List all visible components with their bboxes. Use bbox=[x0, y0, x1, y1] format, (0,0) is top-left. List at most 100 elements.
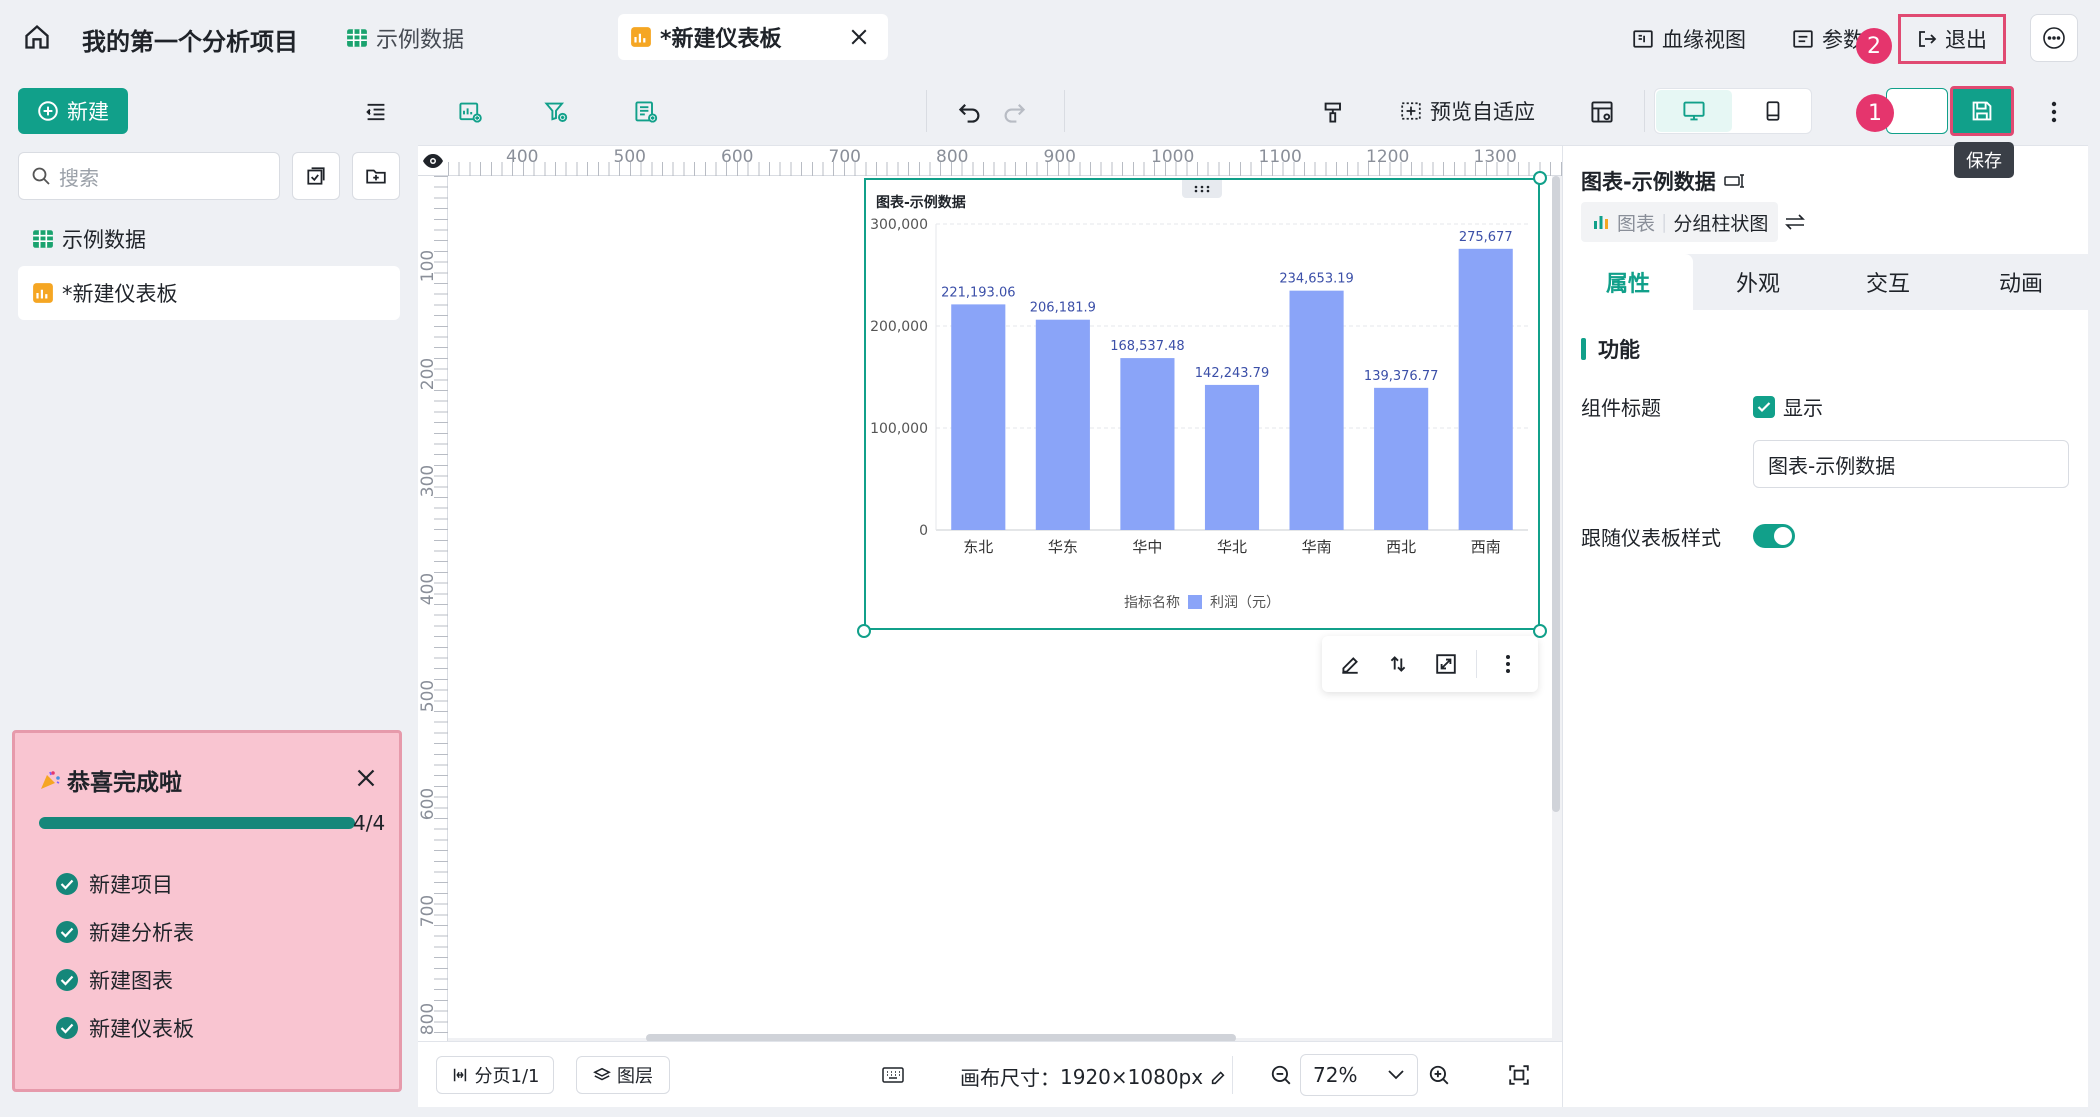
toolbar-divider bbox=[1644, 90, 1645, 132]
legend-swatch bbox=[1188, 595, 1202, 609]
x-tick-label: 华北 bbox=[1217, 538, 1247, 556]
zoom-select[interactable]: 72% bbox=[1300, 1054, 1418, 1096]
tab-new-dashboard[interactable]: *新建仪表板 bbox=[618, 14, 888, 60]
x-tick-label: 西南 bbox=[1471, 538, 1501, 556]
preview-button[interactable] bbox=[1886, 88, 1948, 134]
more-vertical-icon[interactable] bbox=[2038, 96, 2070, 128]
layer-button[interactable]: 图层 bbox=[576, 1056, 670, 1094]
exit-button[interactable]: 退出 bbox=[1898, 14, 2006, 64]
follow-style-toggle[interactable] bbox=[1753, 524, 1795, 548]
ruler-label: 1300 bbox=[1473, 147, 1517, 167]
legend-prefix: 指标名称 bbox=[1124, 595, 1180, 611]
new-button[interactable]: 新建 bbox=[18, 88, 128, 134]
toolbar-divider bbox=[926, 90, 927, 132]
tab-sample-data[interactable]: 示例数据 bbox=[346, 22, 464, 54]
tab-animation[interactable]: 动画 bbox=[1953, 254, 2089, 310]
bar[interactable] bbox=[1204, 384, 1260, 530]
tab-interaction[interactable]: 交互 bbox=[1823, 254, 1953, 310]
more-options-button[interactable] bbox=[2030, 14, 2078, 62]
lineage-view-button[interactable]: 血缘视图 bbox=[1632, 24, 1746, 54]
chart-title: 图表-示例数据 bbox=[876, 195, 966, 211]
swap-icon[interactable] bbox=[1384, 650, 1412, 678]
bar[interactable] bbox=[1458, 248, 1513, 531]
tab-properties[interactable]: 属性 bbox=[1563, 254, 1693, 310]
zoom-out-icon[interactable] bbox=[1266, 1060, 1296, 1090]
legend-series-label[interactable]: 利润（元） bbox=[1210, 592, 1280, 612]
params-button[interactable]: 参数 bbox=[1792, 24, 1864, 54]
y-tick-label: 100,000 bbox=[870, 421, 928, 437]
show-title-checkbox[interactable]: 显示 bbox=[1753, 392, 1823, 421]
section-function[interactable]: 功能 bbox=[1581, 334, 1640, 364]
format-brush-icon[interactable] bbox=[1318, 96, 1350, 128]
home-icon[interactable] bbox=[20, 20, 54, 54]
device-switch bbox=[1654, 88, 1812, 134]
preview-fit-button[interactable]: 预览自适应 bbox=[1400, 96, 1535, 126]
step-item: 新建项目 bbox=[55, 869, 173, 899]
expand-icon[interactable] bbox=[1432, 650, 1460, 678]
dashboard-icon bbox=[630, 26, 652, 48]
monitor-icon bbox=[1683, 101, 1705, 121]
edit-icon[interactable] bbox=[1336, 650, 1364, 678]
rename-icon[interactable] bbox=[1723, 173, 1746, 189]
chart-legend: 指标名称 利润（元） bbox=[866, 592, 1538, 612]
ruler-labels: 400 500 600 700 800 900 1000 1100 1200 1300 bbox=[418, 146, 1562, 176]
add-filter-icon[interactable] bbox=[540, 96, 572, 128]
bar[interactable] bbox=[1035, 319, 1090, 530]
add-chart-icon[interactable] bbox=[454, 96, 486, 128]
bar[interactable] bbox=[951, 304, 1006, 530]
page-button[interactable]: 分页1/1 bbox=[436, 1056, 554, 1094]
bar[interactable] bbox=[1120, 358, 1175, 530]
progress-fill bbox=[39, 817, 355, 829]
bottom-bar: 分页1/1 图层 画布尺寸： 1920×1080px 72% bbox=[418, 1041, 1562, 1107]
ruler-label: 100 bbox=[418, 249, 439, 283]
search-input[interactable]: 搜索 bbox=[18, 152, 280, 200]
canvas-toolbar: 预览自适应 1 保存 bbox=[418, 76, 2088, 178]
close-icon[interactable] bbox=[351, 763, 381, 793]
add-text-icon[interactable] bbox=[630, 96, 662, 128]
progress-track bbox=[39, 817, 355, 829]
x-tick-label: 东北 bbox=[963, 538, 993, 556]
resize-handle-bl[interactable] bbox=[857, 624, 871, 638]
sidebar-item-sample-data[interactable]: 示例数据 bbox=[18, 212, 398, 266]
panel-title: 图表-示例数据 bbox=[1581, 170, 1716, 194]
bar[interactable] bbox=[1289, 290, 1344, 530]
chart-type-selector[interactable]: 图表 | 分组柱状图 bbox=[1581, 202, 1779, 242]
layout-settings-icon[interactable] bbox=[1586, 96, 1618, 128]
redo-icon[interactable] bbox=[998, 96, 1030, 128]
sidebar-item-new-dashboard[interactable]: *新建仪表板 bbox=[18, 266, 400, 320]
bar[interactable] bbox=[1374, 387, 1429, 530]
save-icon bbox=[1972, 101, 1992, 121]
multi-select-button[interactable] bbox=[292, 152, 340, 200]
zoom-in-icon[interactable] bbox=[1424, 1060, 1454, 1090]
data-label: 139,376.77 bbox=[1364, 369, 1438, 384]
tab-appearance[interactable]: 外观 bbox=[1693, 254, 1823, 310]
onboarding-complete-card: 恭喜完成啦 4/4 新建项目 新建分析表 新建图表 新建仪表板 bbox=[12, 730, 402, 1092]
drag-handle-icon[interactable] bbox=[1182, 180, 1222, 198]
new-folder-button[interactable] bbox=[352, 152, 400, 200]
more-vertical-icon[interactable] bbox=[1494, 650, 1522, 678]
resize-handle-tr[interactable] bbox=[1533, 171, 1547, 185]
data-label: 275,677 bbox=[1459, 230, 1513, 245]
ruler-label: 700 bbox=[828, 147, 861, 167]
switch-chart-icon[interactable] bbox=[1781, 208, 1809, 236]
edit-pen-icon[interactable] bbox=[1209, 1068, 1227, 1086]
panel-tabs: 属性 外观 交互 动画 bbox=[1563, 254, 2089, 310]
check-circle-icon bbox=[55, 1016, 79, 1040]
vertical-scrollbar[interactable] bbox=[1552, 176, 1560, 812]
chart-widget[interactable]: 图表-示例数据 0 100,000 200,000 300,000 221,193.06… bbox=[864, 178, 1540, 630]
ruler-label: 600 bbox=[721, 147, 754, 167]
keyboard-icon[interactable] bbox=[878, 1060, 908, 1090]
desktop-view-button[interactable] bbox=[1656, 90, 1732, 132]
section-marker bbox=[1581, 338, 1586, 360]
undo-icon[interactable] bbox=[954, 96, 986, 128]
party-popper-icon bbox=[39, 769, 61, 791]
mobile-view-button[interactable] bbox=[1735, 90, 1811, 132]
save-button[interactable] bbox=[1950, 86, 2014, 136]
panel-header: 图表-示例数据 bbox=[1581, 166, 1746, 196]
title-input[interactable]: 图表-示例数据 bbox=[1753, 440, 2069, 488]
fit-view-icon[interactable] bbox=[1504, 1060, 1534, 1090]
ruler-label: 500 bbox=[418, 679, 439, 713]
close-tab-icon[interactable] bbox=[846, 24, 872, 50]
y-tick-label: 300,000 bbox=[870, 217, 928, 233]
collapse-sidebar-icon[interactable] bbox=[360, 96, 392, 128]
